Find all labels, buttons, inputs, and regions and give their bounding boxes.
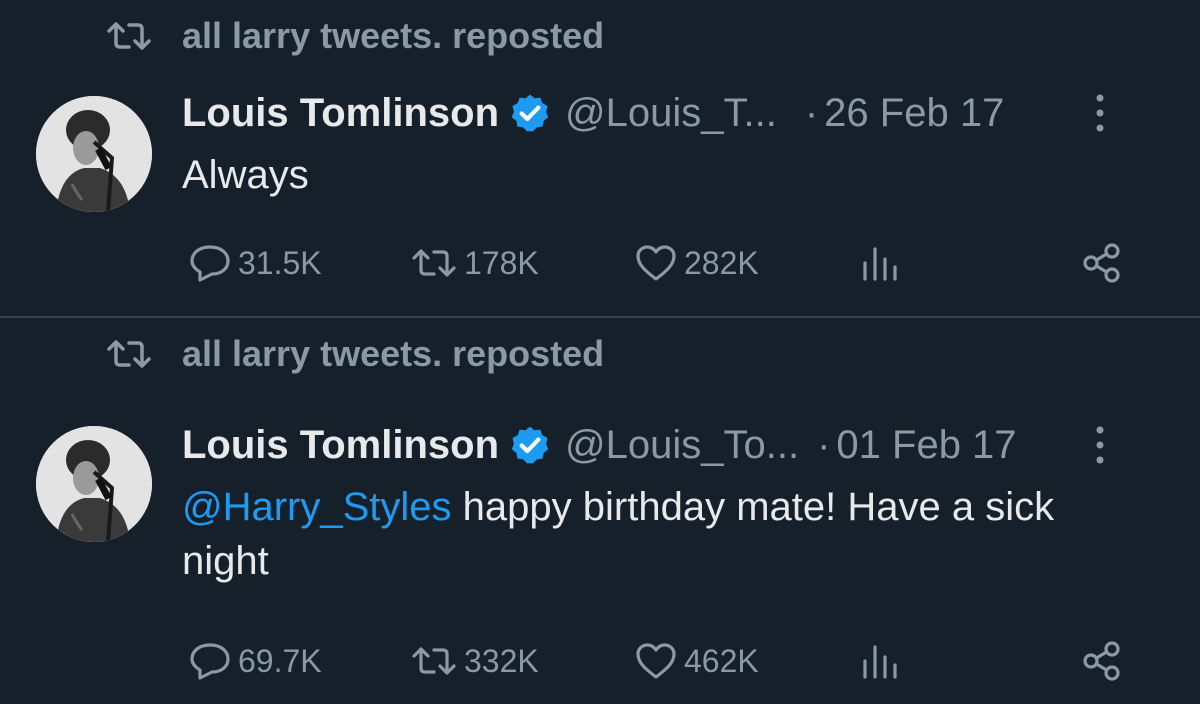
author-handle[interactable]: @Louis_T... — [565, 91, 777, 136]
tweet-date[interactable]: 01 Feb 17 — [836, 423, 1016, 468]
verified-badge-icon[interactable] — [509, 92, 551, 134]
heart-icon — [636, 643, 676, 679]
tweet-text-content: Always — [182, 153, 309, 197]
views-button[interactable] — [860, 238, 906, 288]
reply-icon — [190, 245, 230, 282]
repost-label: all larry tweets. reposted — [182, 15, 605, 56]
tweet-actions: 31.5K 178K 282K — [184, 238, 1144, 288]
share-button[interactable] — [1080, 238, 1130, 288]
separator-dot: · — [804, 90, 819, 135]
tweet[interactable]: all larry tweets. reposted Louis Tomlins… — [0, 318, 1200, 704]
like-button[interactable]: 282K — [634, 238, 759, 288]
repost-context[interactable]: all larry tweets. reposted — [105, 14, 604, 58]
like-count: 462K — [684, 642, 759, 679]
repost-count: 178K — [464, 244, 539, 281]
more-options-icon[interactable] — [1096, 94, 1104, 132]
like-count: 282K — [684, 244, 759, 281]
repost-icon — [107, 22, 151, 50]
verified-badge-icon[interactable] — [509, 424, 551, 466]
repost-icon — [412, 249, 456, 277]
share-icon — [1083, 641, 1120, 681]
repost-count: 332K — [464, 642, 539, 679]
reply-button[interactable]: 69.7K — [188, 636, 322, 686]
views-button[interactable] — [860, 636, 906, 686]
more-options-icon[interactable] — [1096, 426, 1104, 464]
author-handle[interactable]: @Louis_To... — [565, 423, 799, 468]
mention-link[interactable]: @Harry_Styles — [182, 485, 452, 529]
tweet-header: Louis Tomlinson @Louis_To... · 01 Feb 17 — [182, 420, 1160, 470]
repost-context[interactable]: all larry tweets. reposted — [105, 332, 604, 376]
separator-dot: · — [817, 422, 831, 467]
share-icon — [1083, 243, 1120, 283]
reply-count: 69.7K — [238, 642, 322, 679]
repost-label: all larry tweets. reposted — [182, 333, 605, 374]
reply-count: 31.5K — [238, 244, 322, 281]
like-button[interactable]: 462K — [634, 636, 759, 686]
views-chart-icon — [863, 247, 897, 281]
repost-icon — [412, 647, 456, 675]
avatar[interactable] — [36, 96, 152, 212]
reply-icon — [190, 643, 230, 680]
author-name[interactable]: Louis Tomlinson — [182, 91, 499, 136]
tweet[interactable]: all larry tweets. reposted Louis Tomlins… — [0, 0, 1200, 316]
repost-icon — [107, 340, 151, 368]
avatar[interactable] — [36, 426, 152, 542]
views-chart-icon — [863, 645, 897, 679]
heart-icon — [636, 245, 676, 281]
tweet-actions: 69.7K 332K 462K — [184, 636, 1144, 686]
repost-button[interactable]: 178K — [410, 238, 539, 288]
author-name[interactable]: Louis Tomlinson — [182, 423, 499, 468]
tweet-text: Always — [182, 148, 1142, 202]
tweet-text: @Harry_Styles happy birthday mate! Have … — [182, 480, 1142, 588]
repost-button[interactable]: 332K — [410, 636, 539, 686]
tweet-date[interactable]: 26 Feb 17 — [824, 91, 1004, 136]
reply-button[interactable]: 31.5K — [188, 238, 322, 288]
share-button[interactable] — [1080, 636, 1130, 686]
tweet-header: Louis Tomlinson @Louis_T... · 26 Feb 17 — [182, 88, 1160, 138]
avatar-image — [36, 96, 152, 212]
avatar-image — [36, 426, 152, 542]
